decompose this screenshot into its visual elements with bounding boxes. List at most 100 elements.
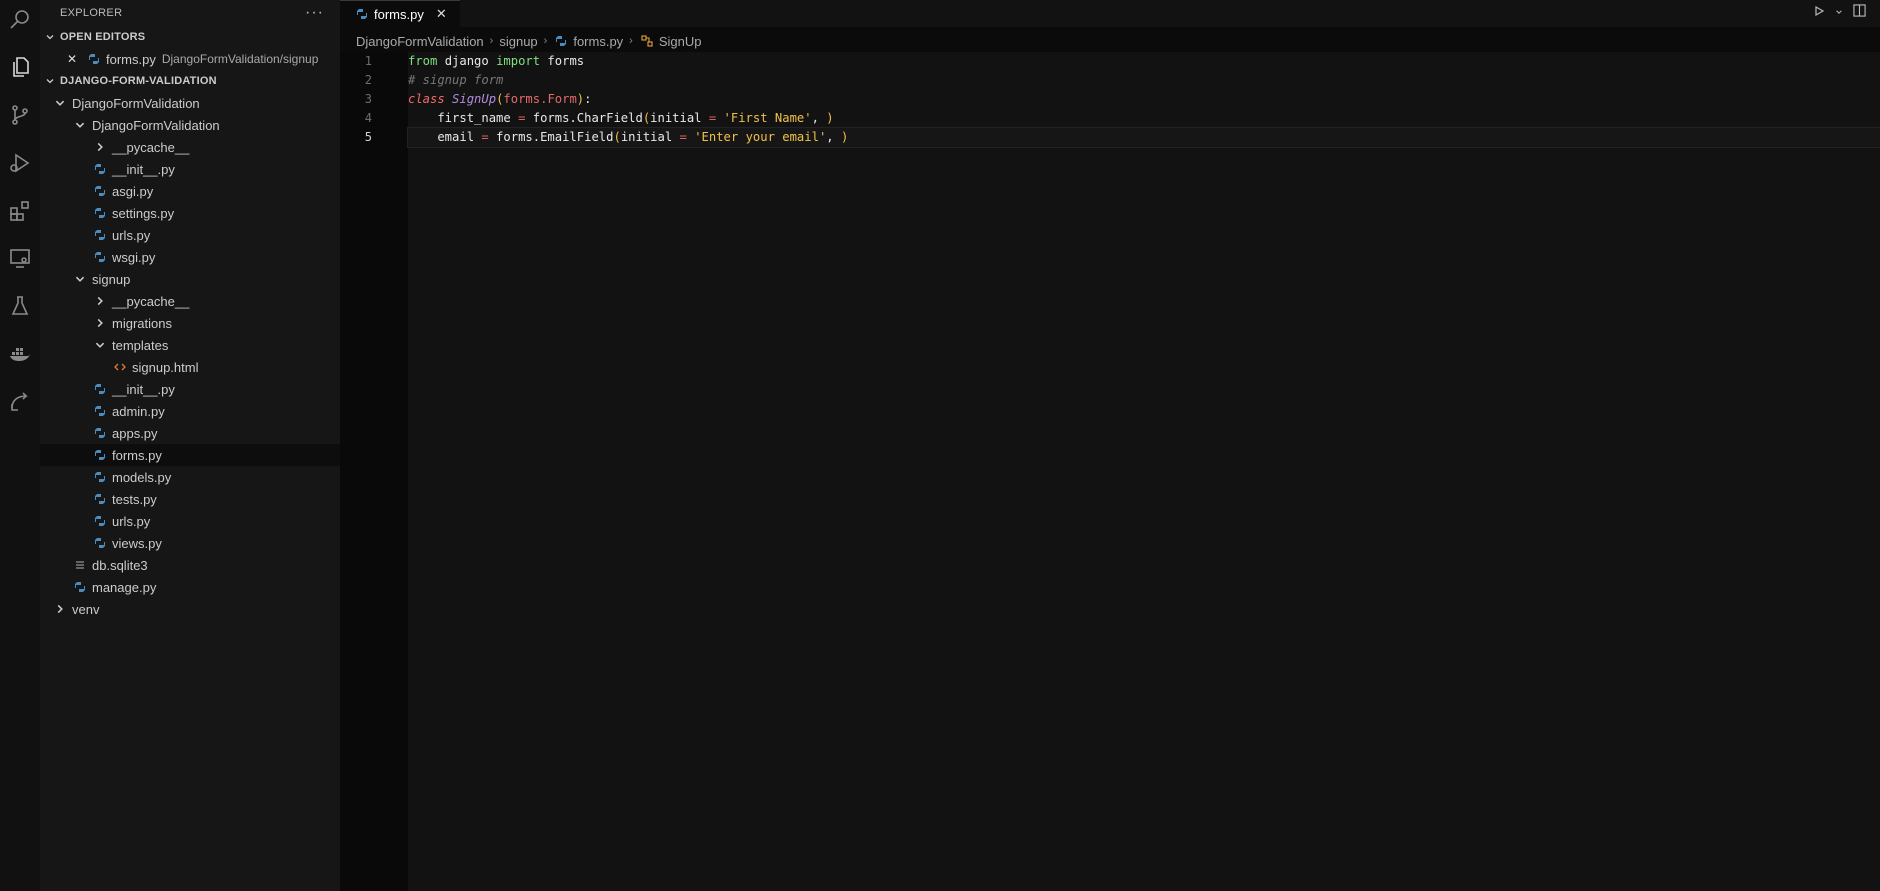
code-line[interactable]: # signup form	[408, 71, 1880, 90]
remote-explorer-icon[interactable]	[0, 238, 40, 278]
code-line[interactable]: email = forms.EmailField(initial = 'Ente…	[407, 127, 1880, 148]
project-label: DJANGO-FORM-VALIDATION	[60, 75, 217, 87]
tree-item-label: venv	[72, 601, 100, 617]
code-token: import	[496, 54, 541, 68]
chevron-right-icon	[92, 295, 108, 307]
breadcrumb-item[interactable]: DjangoFormValidation	[356, 34, 484, 49]
line-number: 3	[364, 92, 372, 106]
chevron-right-icon: ›	[489, 35, 494, 47]
tree-file[interactable]: wsgi.py	[40, 246, 340, 268]
code-editor[interactable]: 1 2 3 4 5 from django import forms # signup f…	[340, 52, 1880, 891]
breadcrumb-item[interactable]: SignUp	[659, 34, 702, 49]
run-icon[interactable]	[1813, 5, 1825, 20]
tree-folder[interactable]: DjangoFormValidation	[40, 92, 340, 114]
chevron-down-icon	[40, 32, 60, 42]
tree-item-label: settings.py	[112, 205, 175, 221]
symbol-class-icon	[639, 35, 655, 47]
source-control-icon[interactable]	[0, 95, 40, 135]
code-token: forms.CharField	[525, 111, 643, 125]
split-editor-icon[interactable]	[1853, 4, 1866, 20]
open-editor-item[interactable]: ✕ forms.py DjangoFormValidation/signup	[40, 48, 340, 70]
tree-file[interactable]: admin.py	[40, 400, 340, 422]
code-line[interactable]: class SignUp(forms.Form):	[408, 90, 1880, 109]
tree-file[interactable]: apps.py	[40, 422, 340, 444]
tree-folder[interactable]: migrations	[40, 312, 340, 334]
tree-item-label: db.sqlite3	[92, 557, 148, 573]
code-token: class	[408, 92, 445, 106]
code-token: # signup form	[408, 73, 504, 87]
open-editor-path: DjangoFormValidation/signup	[161, 52, 319, 66]
tree-item-label: __pycache__	[112, 139, 190, 155]
project-section[interactable]: DJANGO-FORM-VALIDATION	[40, 70, 340, 92]
tree-item-label: signup.html	[132, 359, 199, 375]
tree-file[interactable]: settings.py	[40, 202, 340, 224]
chevron-right-icon: ›	[629, 35, 633, 47]
close-icon[interactable]: ✕	[64, 52, 80, 66]
tree-file[interactable]: models.py	[40, 466, 340, 488]
tree-folder[interactable]: signup	[40, 268, 340, 290]
tree-file[interactable]: db.sqlite3	[40, 554, 340, 576]
python-file-icon	[92, 515, 108, 527]
tree-file[interactable]: views.py	[40, 532, 340, 554]
close-icon[interactable]: ✕	[436, 6, 447, 22]
code-token: )	[840, 130, 849, 144]
tree-file[interactable]: signup.html	[40, 356, 340, 378]
tree-item-label: templates	[112, 337, 169, 353]
code-token: first_name	[408, 111, 519, 125]
editor-actions	[1813, 4, 1866, 20]
tree-item-label: __init__.py	[112, 161, 175, 177]
code-token: 'First Name'	[723, 111, 812, 125]
tree-folder[interactable]: __pycache__	[40, 290, 340, 312]
tab-forms-py[interactable]: forms.py ✕	[340, 0, 460, 27]
code-area[interactable]: from django import forms # signup form cla…	[407, 52, 1880, 891]
python-file-icon	[92, 229, 108, 241]
breadcrumb-item[interactable]: forms.py	[573, 34, 623, 49]
chevron-down-icon	[40, 76, 60, 86]
python-file-icon	[92, 449, 108, 461]
python-file-icon	[86, 53, 102, 65]
tree-folder[interactable]: DjangoFormValidation	[40, 114, 340, 136]
more-actions-icon[interactable]: ···	[305, 4, 324, 22]
python-file-icon	[92, 163, 108, 175]
code-token: (	[613, 130, 621, 144]
tree-file[interactable]: __init__.py	[40, 158, 340, 180]
code-line[interactable]: first_name = forms.CharField(initial = '…	[408, 109, 1880, 128]
tree-item-label: tests.py	[112, 491, 157, 507]
tree-file[interactable]: urls.py	[40, 224, 340, 246]
html-file-icon	[112, 361, 128, 373]
chevron-right-icon	[92, 317, 108, 329]
tree-item-label: asgi.py	[112, 183, 154, 199]
breadcrumb-item[interactable]: signup	[499, 34, 537, 49]
tree-file[interactable]: __init__.py	[40, 378, 340, 400]
explorer-header: EXPLORER ···	[40, 0, 340, 26]
code-line[interactable]: from django import forms	[408, 52, 1880, 71]
open-editor-name: forms.py	[106, 51, 156, 67]
live-share-icon[interactable]	[0, 382, 40, 422]
chevron-right-icon	[52, 603, 68, 615]
tree-file[interactable]: tests.py	[40, 488, 340, 510]
tree-item-label: urls.py	[112, 227, 151, 243]
tree-folder[interactable]: __pycache__	[40, 136, 340, 158]
run-debug-icon[interactable]	[0, 143, 40, 183]
tree-file[interactable]: forms.py	[40, 444, 340, 466]
python-file-icon	[92, 537, 108, 549]
search-icon[interactable]	[0, 0, 40, 40]
extensions-icon[interactable]	[0, 191, 40, 231]
testing-icon[interactable]	[0, 286, 40, 326]
tree-folder[interactable]: templates	[40, 334, 340, 356]
tree-file[interactable]: manage.py	[40, 576, 340, 598]
tree-file[interactable]: urls.py	[40, 510, 340, 532]
code-token: :	[584, 92, 592, 106]
docker-icon[interactable]	[0, 334, 40, 374]
tree-folder[interactable]: venv	[40, 598, 340, 620]
line-number: 1	[364, 54, 372, 68]
chevron-down-icon[interactable]	[1835, 5, 1843, 19]
tab-bar: forms.py ✕	[340, 0, 1880, 27]
code-token: )	[826, 111, 834, 125]
code-token: forms	[540, 54, 585, 68]
tree-file[interactable]: asgi.py	[40, 180, 340, 202]
chevron-right-icon: ›	[543, 35, 548, 47]
files-icon[interactable]	[0, 47, 40, 87]
python-file-icon	[92, 185, 108, 197]
open-editors-section[interactable]: OPEN EDITORS	[40, 26, 340, 48]
